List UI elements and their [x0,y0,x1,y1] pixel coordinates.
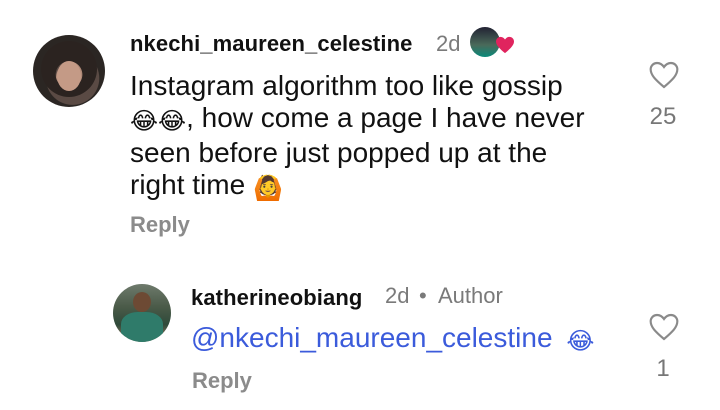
comment-line: seen before just popped up at the [130,137,548,168]
laughing-emoji: 😂😂 [130,107,187,135]
like-count: 1 [656,355,670,382]
comment-line: 😂😂, how come a page I have never [130,102,610,137]
reply-username[interactable]: katherineobiang [191,285,362,311]
reply-button[interactable]: Reply [130,212,190,238]
comment-line: right time 🙆 [130,169,610,204]
heart-outline-icon[interactable] [648,60,680,90]
reply-time: 2d [385,283,410,308]
comment-body: Instagram algorithm too like gossip 😂😂, … [130,70,610,204]
reply-button[interactable]: Reply [192,368,252,394]
comment-username[interactable]: nkechi_maureen_celestine [130,31,412,57]
laughing-emoji: 😂 [566,327,595,355]
avatar[interactable] [33,35,105,107]
comment-line-text: right time [130,169,246,200]
avatar[interactable] [113,284,171,342]
person-gesturing-ok-emoji: 🙆 [252,174,283,202]
avatar-face [133,292,151,312]
comment-time: 2d [436,31,461,56]
heart-outline-icon[interactable] [648,312,680,342]
reply-body: @nkechi_maureen_celestine 😂 [191,322,594,355]
comment-line-text: , how come a page I have never [186,102,585,133]
like-count: 25 [649,103,677,130]
red-heart-icon [496,36,514,54]
author-badge: Author [438,283,503,308]
comment-line: Instagram algorithm too like gossip [130,70,563,101]
avatar-face [57,61,81,91]
mention-link[interactable]: @nkechi_maureen_celestine [191,322,553,353]
separator-dot: • [419,283,427,308]
avatar-body [121,312,163,342]
